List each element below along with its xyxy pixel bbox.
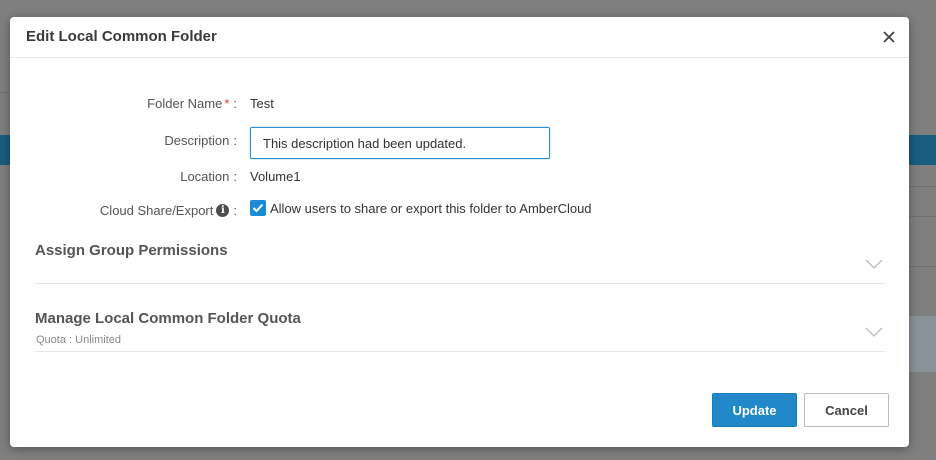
location-value: Volume1 bbox=[250, 169, 301, 184]
background-row-divider bbox=[908, 266, 936, 267]
description-label: Description : bbox=[164, 133, 237, 148]
cloud-share-row: Cloud Share/Export i : Allow users to sh… bbox=[10, 199, 909, 223]
folder-name-value: Test bbox=[250, 96, 274, 111]
background-divider bbox=[0, 92, 10, 93]
update-button[interactable]: Update bbox=[712, 393, 797, 427]
chevron-down-icon[interactable] bbox=[865, 327, 883, 337]
quota-title[interactable]: Manage Local Common Folder Quota bbox=[35, 310, 301, 327]
dialog-header: Edit Local Common Folder bbox=[10, 17, 909, 58]
description-row: Description : bbox=[10, 127, 909, 159]
dialog-title: Edit Local Common Folder bbox=[26, 28, 217, 45]
location-row: Location : Volume1 bbox=[10, 165, 909, 189]
cloud-share-checkbox-group[interactable]: Allow users to share or export this fold… bbox=[250, 200, 592, 216]
background-row-divider bbox=[908, 186, 936, 187]
background-selected-row bbox=[908, 316, 936, 372]
close-icon[interactable] bbox=[881, 29, 897, 45]
checkmark-icon bbox=[252, 203, 264, 213]
group-permissions-section[interactable]: Assign Group Permissions bbox=[35, 239, 885, 284]
location-label: Location : bbox=[180, 169, 237, 184]
info-icon[interactable]: i bbox=[216, 204, 230, 217]
cloud-share-checkbox[interactable] bbox=[250, 200, 266, 216]
chevron-down-icon[interactable] bbox=[865, 259, 883, 269]
group-permissions-title[interactable]: Assign Group Permissions bbox=[35, 242, 228, 259]
folder-name-row: Folder Name * : Test bbox=[10, 92, 909, 116]
cloud-share-checkbox-label[interactable]: Allow users to share or export this fold… bbox=[270, 201, 592, 216]
quota-subtitle: Quota : Unlimited bbox=[36, 334, 121, 346]
required-marker: * bbox=[224, 96, 230, 111]
description-input[interactable] bbox=[250, 127, 550, 159]
background-row-divider bbox=[908, 216, 936, 217]
edit-folder-dialog: Edit Local Common Folder Folder Name * :… bbox=[10, 17, 909, 447]
folder-name-label: Folder Name * : bbox=[147, 96, 237, 111]
cancel-button[interactable]: Cancel bbox=[804, 393, 889, 427]
quota-section[interactable]: Manage Local Common Folder Quota Quota :… bbox=[35, 307, 885, 352]
cloud-share-label: Cloud Share/Export i : bbox=[99, 203, 237, 218]
